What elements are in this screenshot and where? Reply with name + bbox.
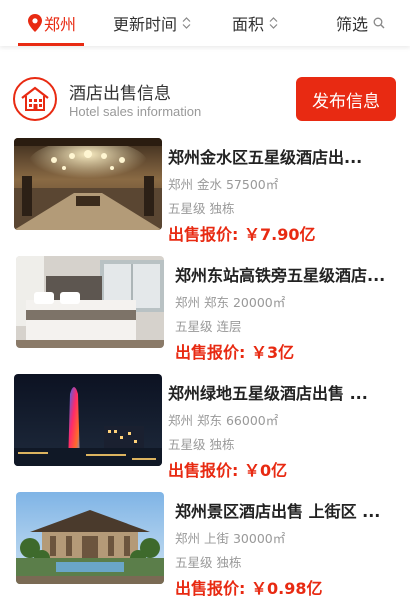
listing-meta: 郑州 上街 30000㎡ — [175, 528, 403, 547]
city-label: 郑州 — [44, 15, 77, 34]
listing-price-row: 出售报价: ￥0亿 — [168, 457, 396, 481]
listing-tags: 五星级 独栋 — [168, 201, 235, 216]
section-header: 酒店出售信息 Hotel sales information 发布信息 — [0, 70, 410, 130]
listing-price-row: 出售报价: ￥7.90亿 — [168, 221, 396, 245]
listing-price-row: 出售报价: ￥3亿 — [175, 339, 403, 363]
listing-item[interactable]: 郑州东站高铁旁五星级酒店... 郑州 郑东 20000㎡ 五星级 连层 出售报价… — [0, 256, 410, 362]
price-label: 出售报价: — [168, 461, 239, 480]
update-time-label: 更新时间 — [113, 15, 178, 34]
listing-info: 郑州景区酒店出售 上街区 ... 郑州 上街 30000㎡ 五星级 独栋 出售报… — [175, 498, 403, 599]
price-value: ￥0.98亿 — [250, 579, 323, 598]
publish-info-button[interactable]: 发布信息 — [296, 77, 396, 121]
update-time-sort[interactable]: 更新时间 — [113, 0, 191, 46]
listing-info: 郑州绿地五星级酒店出售 ... 郑州 郑东 66000㎡ 五星级 独栋 出售报价… — [168, 380, 396, 481]
listing-tags: 五星级 独栋 — [175, 555, 242, 570]
location-pin-icon — [28, 14, 42, 32]
section-title: 酒店出售信息 — [69, 84, 171, 104]
listing-location: 郑州 郑东 — [168, 413, 222, 428]
filter-button[interactable]: 筛选 — [336, 0, 385, 46]
sort-chevron-icon — [182, 17, 191, 29]
listing-title: 郑州绿地五星级酒店出售 ... — [168, 384, 368, 403]
hotel-lobby-image — [14, 138, 162, 230]
listing-title: 郑州金水区五星级酒店出... — [168, 148, 363, 167]
hotel-room-image — [16, 256, 164, 348]
listing-item[interactable]: 郑州绿地五星级酒店出售 ... 郑州 郑东 66000㎡ 五星级 独栋 出售报价… — [0, 374, 410, 480]
listing-meta: 郑州 郑东 66000㎡ — [168, 410, 396, 429]
listing-info: 郑州东站高铁旁五星级酒店... 郑州 郑东 20000㎡ 五星级 连层 出售报价… — [175, 262, 403, 363]
listing-item[interactable]: 郑州金水区五星级酒店出... 郑州 金水 57500㎡ 五星级 独栋 出售报价:… — [0, 138, 410, 244]
section-subtitle: Hotel sales information — [69, 104, 202, 119]
listing-title: 郑州景区酒店出售 上街区 ... — [175, 502, 381, 521]
price-label: 出售报价: — [175, 343, 246, 362]
listing-meta: 郑州 金水 57500㎡ — [168, 174, 396, 193]
hotel-night-tower-image — [14, 374, 162, 466]
listing-area: 20000㎡ — [232, 295, 286, 310]
listing-area: 30000㎡ — [232, 531, 286, 546]
listing-meta: 郑州 郑东 20000㎡ — [175, 292, 403, 311]
listing-location: 郑州 上街 — [175, 531, 229, 546]
listing-item[interactable]: 郑州景区酒店出售 上街区 ... 郑州 上街 30000㎡ 五星级 独栋 出售报… — [0, 492, 410, 598]
listing-tags: 五星级 独栋 — [168, 437, 235, 452]
sort-chevron-icon — [269, 17, 278, 29]
listing-location: 郑州 郑东 — [175, 295, 229, 310]
listing-area: 57500㎡ — [225, 177, 279, 192]
city-filter[interactable]: 郑州 — [28, 0, 76, 46]
listing-location: 郑州 金水 — [168, 177, 222, 192]
filter-label: 筛选 — [336, 15, 369, 34]
price-value: ￥3亿 — [250, 343, 295, 362]
hotel-building-icon — [13, 77, 57, 121]
area-label: 面积 — [232, 15, 265, 34]
listing-info: 郑州金水区五星级酒店出... 郑州 金水 57500㎡ 五星级 独栋 出售报价:… — [168, 144, 396, 245]
search-icon — [373, 17, 385, 29]
price-label: 出售报价: — [175, 579, 246, 598]
price-label: 出售报价: — [168, 225, 239, 244]
active-tab-underline — [18, 43, 84, 46]
area-sort[interactable]: 面积 — [232, 0, 278, 46]
filter-bar: 郑州 更新时间 面积 筛选 — [0, 0, 410, 46]
hotel-resort-image — [16, 492, 164, 584]
price-value: ￥0亿 — [243, 461, 288, 480]
listing-title: 郑州东站高铁旁五星级酒店... — [175, 266, 386, 285]
listing-price-row: 出售报价: ￥0.98亿 — [175, 575, 403, 599]
listing-tags: 五星级 连层 — [175, 319, 242, 334]
listing-area: 66000㎡ — [225, 413, 279, 428]
price-value: ￥7.90亿 — [243, 225, 316, 244]
